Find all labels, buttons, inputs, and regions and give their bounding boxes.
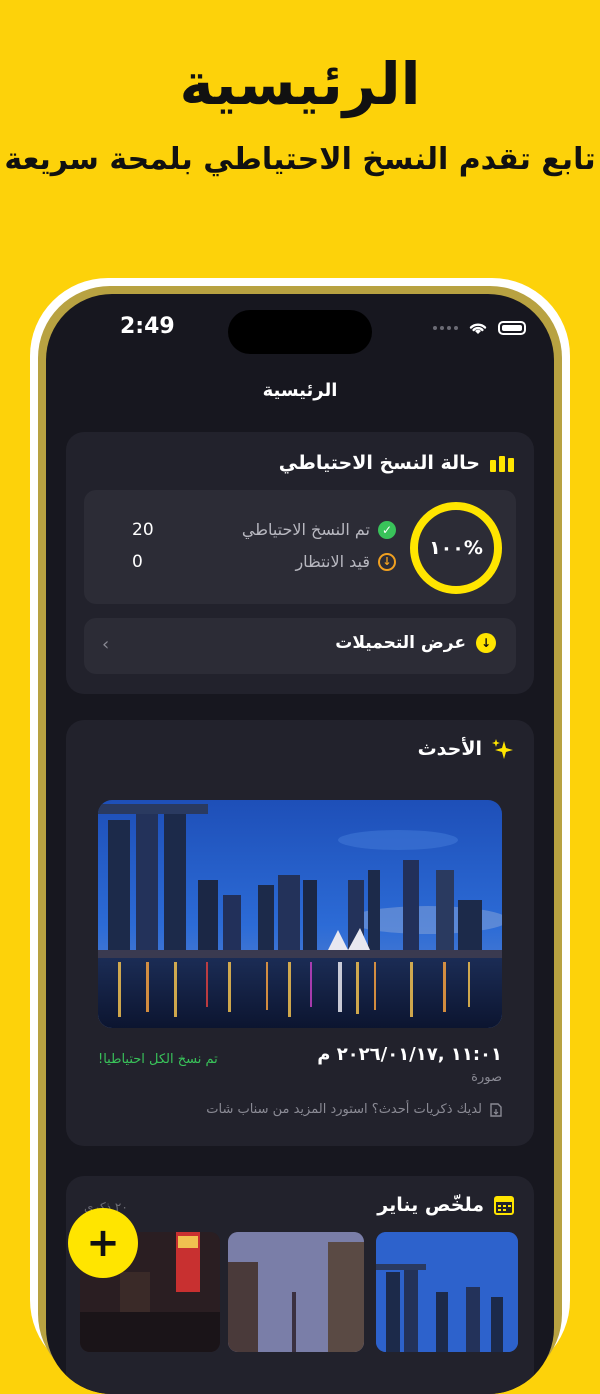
backup-status-title: حالة النسخ الاحتياطي [278, 452, 480, 474]
chevron-left-icon: ‹ [102, 634, 110, 655]
promo-title: الرئيسية [179, 50, 421, 118]
nav-title: الرئيسية [262, 380, 338, 401]
summary-header: ملخّص يناير [377, 1194, 514, 1216]
progress-ring: ١٠٠% [410, 502, 502, 594]
latest-header: الأحدث [418, 738, 514, 760]
check-circle-icon: ✓ [378, 520, 396, 539]
stat-pending: ↓ قيد الانتظار 0 [84, 552, 516, 576]
import-more-link[interactable]: لديك ذكريات أحدث؟ استورد المزيد من سناب … [206, 1102, 502, 1117]
status-time: 2:49 [120, 314, 175, 339]
stat-backed-up-label: تم النسخ الاحتياطي [241, 520, 370, 539]
stat-pending-value: 0 [132, 552, 143, 572]
import-more-label: لديك ذكريات أحدث؟ استورد المزيد من سناب … [206, 1102, 482, 1117]
battery-icon [498, 321, 526, 335]
calendar-icon [494, 1196, 514, 1215]
file-icon [490, 1102, 502, 1117]
view-downloads-label: عرض التحميلات [335, 633, 466, 653]
city-skyline-image [98, 800, 502, 1028]
backup-stats-box: ١٠٠% ✓ تم النسخ الاحتياطي 20 ↓ قيد الانت… [84, 490, 516, 604]
thumbnail-image [376, 1232, 518, 1352]
promo-subtitle: تابع تقدم النسخ الاحتياطي بلمحة سريعة [4, 142, 596, 177]
latest-photo[interactable] [98, 800, 502, 1028]
latest-card: الأحدث ١١:٠١ ,٢٠٢٦/٠١/١٧ م صورة تم نسخ ا… [66, 720, 534, 1146]
pending-down-icon: ↓ [378, 552, 396, 571]
stat-pending-label: قيد الانتظار [295, 552, 370, 571]
backup-status-header: حالة النسخ الاحتياطي [279, 452, 514, 474]
all-backed-up-note: تم نسخ الكل احتياطيا! [98, 1052, 218, 1067]
sparkle-icon [492, 739, 513, 759]
dynamic-island [228, 310, 372, 354]
view-downloads-button[interactable]: ↓ عرض التحميلات ‹ [84, 618, 516, 674]
download-icon: ↓ [476, 633, 496, 653]
add-button[interactable]: + [68, 1208, 138, 1278]
status-icons [433, 320, 526, 336]
latest-type: صورة [471, 1070, 502, 1085]
summary-thumb-1[interactable] [376, 1232, 518, 1352]
summary-thumb-2[interactable] [228, 1232, 364, 1352]
summary-title: ملخّص يناير [377, 1194, 484, 1216]
backup-status-card: حالة النسخ الاحتياطي ١٠٠% ✓ تم النسخ الا… [66, 432, 534, 694]
stat-backed-up-value: 20 [132, 520, 154, 540]
stat-backed-up: ✓ تم النسخ الاحتياطي 20 [84, 520, 516, 544]
thumbnail-image [228, 1232, 364, 1352]
wifi-icon [469, 323, 487, 334]
latest-title: الأحدث [417, 738, 482, 760]
cellular-icon [433, 326, 458, 330]
bars-icon [490, 456, 514, 472]
latest-date: ١١:٠١ ,٢٠٢٦/٠١/١٧ م [317, 1044, 502, 1065]
summary-card: ملخّص يناير ٢٠ ذكرى [66, 1176, 534, 1394]
